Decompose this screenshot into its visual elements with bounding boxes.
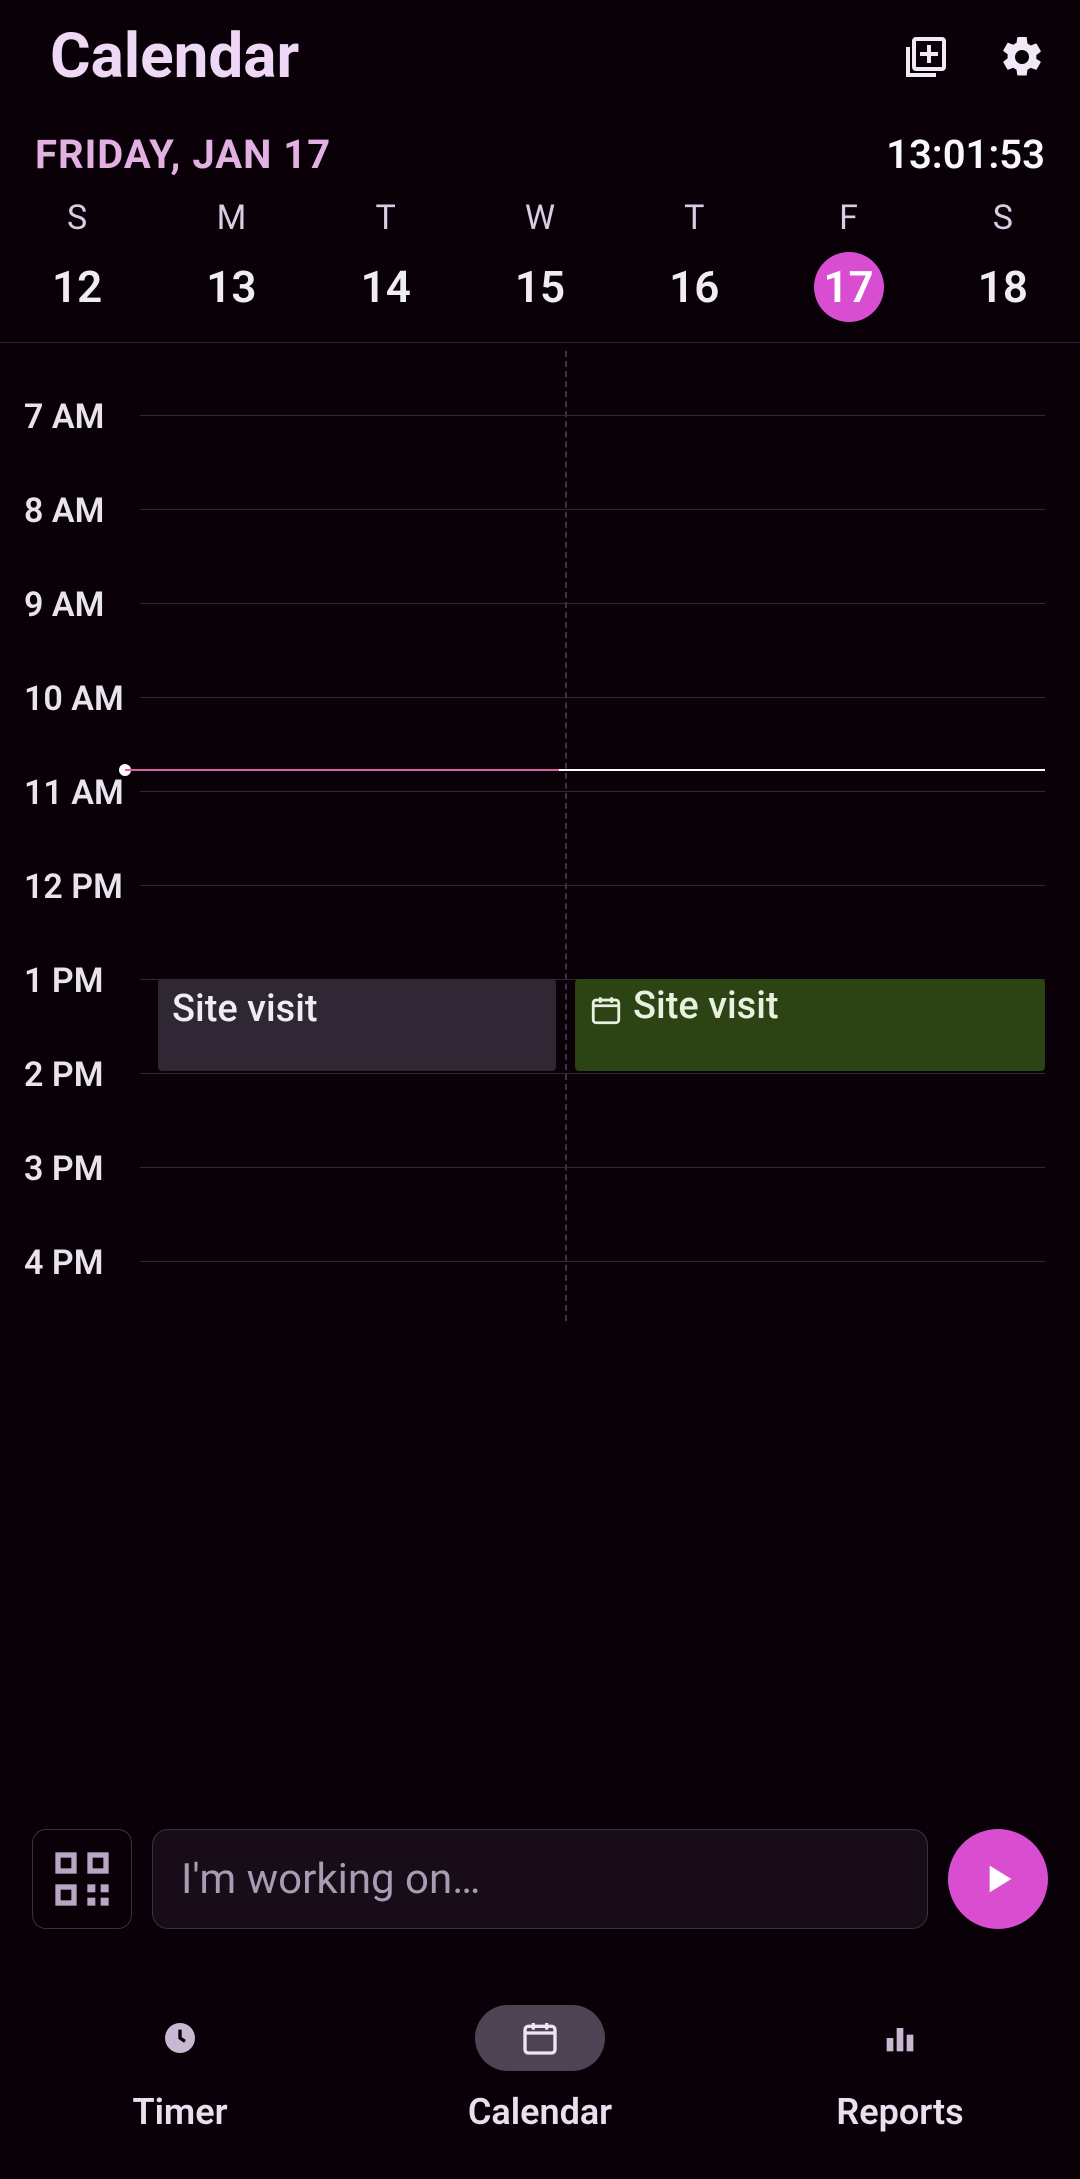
hour-label: 7 AM: [0, 397, 140, 437]
calendar-icon: [589, 993, 623, 1027]
nav-icon-wrap: [835, 2005, 965, 2071]
day-col-sat[interactable]: S 18: [926, 188, 1080, 322]
day-number: 14: [351, 252, 421, 322]
nav-calendar[interactable]: Calendar: [360, 1959, 720, 2179]
add-to-collection-button[interactable]: [898, 29, 954, 85]
day-number: 18: [968, 252, 1038, 322]
hour-line: [140, 697, 1045, 698]
dow-label: T: [684, 198, 704, 238]
hour-row: 4 PM: [0, 1261, 1080, 1301]
add-collection-icon: [902, 33, 950, 81]
hour-row: 11 AM: [0, 791, 1080, 831]
hour-row: 9 AM: [0, 603, 1080, 643]
bar-chart-icon: [880, 2018, 920, 2058]
event-title: Site visit: [633, 987, 779, 1027]
dow-label: F: [839, 198, 858, 238]
event-shared-site-visit[interactable]: Site visit: [575, 979, 1045, 1071]
hour-row: 8 AM: [0, 509, 1080, 549]
hour-row: 10 AM: [0, 697, 1080, 737]
day-col-mon[interactable]: M 13: [154, 188, 308, 322]
hour-line: [140, 1167, 1045, 1168]
current-date-label: FRIDAY, JAN 17: [35, 131, 331, 178]
date-header: FRIDAY, JAN 17 13:01:53: [0, 103, 1080, 188]
day-number: 17: [814, 252, 884, 322]
qr-icon: [50, 1847, 114, 1911]
nav-icon-wrap: [115, 2005, 245, 2071]
hour-row: 3 PM: [0, 1167, 1080, 1207]
hour-row: 2 PM: [0, 1073, 1080, 1113]
day-number: 16: [659, 252, 729, 322]
hour-label: 12 PM: [0, 867, 140, 907]
nav-reports[interactable]: Reports: [720, 1959, 1080, 2179]
day-number: 13: [196, 252, 266, 322]
clock-display: 13:01:53: [886, 131, 1045, 178]
hour-label: 11 AM: [0, 773, 140, 813]
play-icon: [978, 1859, 1018, 1899]
day-col-thu[interactable]: T 16: [617, 188, 771, 322]
dow-label: M: [217, 198, 247, 238]
day-number: 12: [42, 252, 112, 322]
day-col-fri[interactable]: F 17: [771, 188, 925, 322]
header-actions: [898, 29, 1050, 85]
elapsed-segment: [125, 769, 559, 771]
hour-line: [140, 415, 1045, 416]
nav-label: Reports: [836, 2091, 963, 2133]
day-col-tue[interactable]: T 14: [309, 188, 463, 322]
nav-label: Calendar: [468, 2091, 612, 2133]
nav-timer[interactable]: Timer: [0, 1959, 360, 2179]
nav-icon-wrap: [475, 2005, 605, 2071]
clock-icon: [160, 2018, 200, 2058]
day-number: 15: [505, 252, 575, 322]
dow-label: T: [376, 198, 396, 238]
day-timeline[interactable]: 7 AM 8 AM 9 AM 10 AM 11 AM 12 PM 1 PM 2 …: [0, 351, 1080, 1321]
hour-row: 7 AM: [0, 415, 1080, 455]
settings-button[interactable]: [994, 29, 1050, 85]
day-col-wed[interactable]: W 15: [463, 188, 617, 322]
start-timer-button[interactable]: [948, 1829, 1048, 1929]
app-header: Calendar: [0, 0, 1080, 103]
current-time-indicator: [125, 769, 1045, 771]
hour-line: [140, 509, 1045, 510]
week-strip: S 12 M 13 T 14 W 15 T 16 F 17 S 18: [0, 188, 1080, 343]
hour-label: 8 AM: [0, 491, 140, 531]
hour-line: [140, 1261, 1045, 1262]
nav-label: Timer: [132, 2091, 227, 2133]
event-local-site-visit[interactable]: Site visit: [158, 979, 556, 1071]
calendar-icon: [520, 2018, 560, 2058]
dow-label: S: [993, 198, 1013, 238]
hour-label: 9 AM: [0, 585, 140, 625]
hour-line: [140, 885, 1045, 886]
bottom-nav: Timer Calendar Reports: [0, 1959, 1080, 2179]
hour-line: [140, 1073, 1045, 1074]
event-title: Site visit: [172, 987, 318, 1031]
dow-label: S: [67, 198, 87, 238]
gear-icon: [998, 33, 1046, 81]
hour-line: [140, 791, 1045, 792]
app-title: Calendar: [50, 20, 898, 93]
hour-label: 10 AM: [0, 679, 140, 719]
hour-line: [140, 603, 1045, 604]
dow-label: W: [525, 198, 555, 238]
hour-label: 3 PM: [0, 1149, 140, 1189]
hour-label: 4 PM: [0, 1243, 140, 1283]
quick-entry-bar: I'm working on…: [32, 1829, 1048, 1929]
hour-row: 12 PM: [0, 885, 1080, 925]
hour-label: 1 PM: [0, 961, 140, 1001]
hour-label: 2 PM: [0, 1055, 140, 1095]
task-description-input[interactable]: I'm working on…: [152, 1829, 928, 1929]
day-col-sun[interactable]: S 12: [0, 188, 154, 322]
qr-scan-button[interactable]: [32, 1829, 132, 1929]
input-placeholder: I'm working on…: [181, 1855, 480, 1904]
